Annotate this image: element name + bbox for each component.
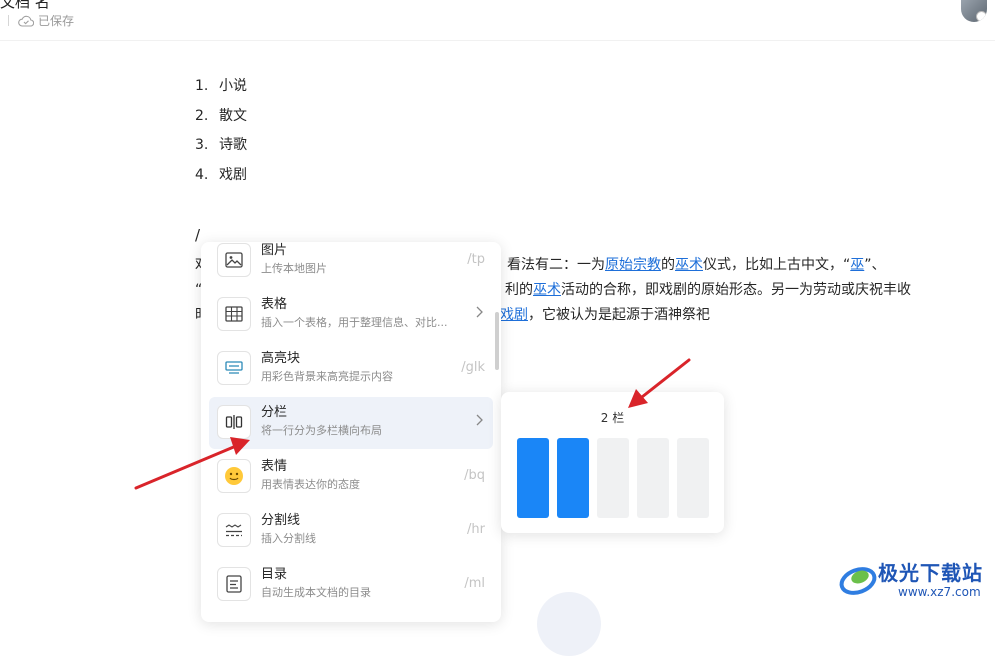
cloud-saved-icon bbox=[18, 15, 34, 27]
save-status: 已保存 bbox=[8, 12, 74, 29]
list-item-text: 散文 bbox=[219, 107, 247, 124]
menu-item-desc: 插入分割线 bbox=[261, 532, 316, 545]
column-option[interactable] bbox=[677, 438, 709, 518]
columns-icon bbox=[217, 405, 251, 439]
text-fragment: 活动的合称，即戏剧的原始形态。另一为劳动或庆祝丰收 bbox=[561, 282, 911, 298]
list-item[interactable]: 1. 小说 bbox=[195, 72, 247, 102]
watermark-url: www.xz7.com bbox=[898, 585, 981, 599]
text-fragment: 看法有二：一为原始宗教的巫术仪式，比如上古中文，“巫”、 bbox=[507, 253, 886, 278]
highlight-block-icon bbox=[217, 351, 251, 385]
image-icon bbox=[217, 243, 251, 277]
link-wu[interactable]: 巫 bbox=[850, 257, 864, 273]
menu-item-toc[interactable]: 目录 自动生成本文档的目录 /ml bbox=[209, 559, 493, 611]
link-drama[interactable]: 戏剧 bbox=[500, 307, 528, 323]
menu-item-divider[interactable]: 分割线 插入分割线 /hr bbox=[209, 505, 493, 557]
slash-command-menu: 图片 上传本地图片 /tp 表格 插入一个表格，用于整理信息、对比... 高亮块… bbox=[201, 242, 501, 622]
menu-item-image[interactable]: 图片 上传本地图片 /tp bbox=[209, 242, 493, 287]
toc-icon bbox=[217, 567, 251, 601]
menu-item-title: 图片 bbox=[261, 243, 288, 258]
document-title[interactable]: 文档 名 bbox=[0, 0, 50, 12]
list-item-number: 4. bbox=[195, 166, 209, 183]
slash-command-input[interactable]: / bbox=[195, 226, 200, 244]
link-primitive-religion[interactable]: 原始宗教 bbox=[605, 257, 661, 273]
menu-item-shortcut: /bq bbox=[464, 468, 485, 483]
column-option[interactable] bbox=[597, 438, 629, 518]
list-item-number: 1. bbox=[195, 78, 209, 94]
text-fragment: 戏剧，它被认为是起源于酒神祭祀 bbox=[500, 303, 710, 328]
menu-item-columns[interactable]: 分栏 将一行分为多栏横向布局 bbox=[209, 397, 493, 449]
watermark-logo-icon bbox=[839, 567, 877, 595]
list-item-text: 戏剧 bbox=[219, 166, 247, 183]
menu-item-desc: 将一行分为多栏横向布局 bbox=[261, 424, 382, 437]
menu-item-title: 目录 bbox=[261, 567, 288, 582]
column-option[interactable] bbox=[517, 438, 549, 518]
column-option[interactable] bbox=[637, 438, 669, 518]
column-option[interactable] bbox=[557, 438, 589, 518]
list-item-number: 3. bbox=[195, 137, 209, 153]
ordered-list: 1. 小说 2. 散文 3. 诗歌 4. 戏剧 bbox=[195, 72, 247, 190]
floating-button[interactable] bbox=[537, 592, 601, 656]
menu-item-title: 分割线 bbox=[261, 513, 301, 528]
menu-item-table[interactable]: 表格 插入一个表格，用于整理信息、对比... bbox=[209, 289, 493, 341]
menu-item-shortcut: /hr bbox=[467, 522, 485, 537]
menu-item-title: 表格 bbox=[261, 297, 288, 312]
link-witchcraft[interactable]: 巫术 bbox=[675, 257, 703, 273]
menu-item-desc: 插入一个表格，用于整理信息、对比... bbox=[261, 316, 448, 329]
text-fragment: ，它被认为是起源于酒神祭祀 bbox=[528, 307, 710, 323]
chevron-right-icon bbox=[476, 306, 483, 318]
text-fragment: 利的巫术活动的合称，即戏剧的原始形态。另一为劳动或庆祝丰收 bbox=[505, 278, 911, 303]
watermark: 极光下载站 www.xz7.com bbox=[838, 555, 988, 605]
watermark-name: 极光下载站 bbox=[878, 561, 983, 585]
text-fragment: 看法有二：一为 bbox=[507, 257, 605, 273]
menu-item-title: 分栏 bbox=[261, 405, 288, 420]
menu-item-shortcut: /ml bbox=[464, 576, 485, 591]
list-item-text: 小说 bbox=[219, 78, 247, 94]
text-fragment: 的 bbox=[661, 257, 675, 273]
list-item-text: 诗歌 bbox=[219, 137, 247, 153]
list-item-number: 2. bbox=[195, 107, 209, 124]
menu-item-desc: 上传本地图片 bbox=[261, 262, 327, 275]
avatar[interactable] bbox=[961, 0, 987, 22]
divider-icon bbox=[217, 513, 251, 547]
link-witchcraft-2[interactable]: 巫术 bbox=[533, 282, 561, 298]
menu-item-title: 高亮块 bbox=[261, 351, 301, 366]
emoji-icon bbox=[217, 459, 251, 493]
menu-item-emoji[interactable]: 表情 用表情表达你的态度 /bq bbox=[209, 451, 493, 503]
text-fragment: 仪式，比如上古中文，“ bbox=[703, 257, 851, 273]
menu-item-desc: 用彩色背景来高亮提示内容 bbox=[261, 370, 393, 383]
list-item[interactable]: 2. 散文 bbox=[195, 102, 247, 132]
save-status-text: 已保存 bbox=[38, 14, 75, 28]
columns-count-label: 2 栏 bbox=[600, 411, 625, 425]
header-divider bbox=[0, 40, 995, 41]
menu-item-highlight-block[interactable]: 高亮块 用彩色背景来高亮提示内容 /glk bbox=[209, 343, 493, 395]
list-item[interactable]: 3. 诗歌 bbox=[195, 131, 247, 161]
columns-popover: 2 栏 bbox=[501, 392, 724, 533]
menu-item-title: 表情 bbox=[261, 459, 288, 474]
text-fragment: 利的 bbox=[505, 282, 533, 298]
menu-item-shortcut: /glk bbox=[461, 360, 485, 375]
menu-item-desc: 自动生成本文档的目录 bbox=[261, 586, 371, 599]
text-fragment: ”、 bbox=[864, 257, 886, 273]
chevron-right-icon bbox=[476, 414, 483, 426]
table-icon bbox=[217, 297, 251, 331]
menu-scrollbar[interactable] bbox=[495, 312, 499, 370]
menu-item-desc: 用表情表达你的态度 bbox=[261, 478, 360, 491]
divider bbox=[8, 15, 9, 26]
menu-item-shortcut: /tp bbox=[467, 252, 485, 267]
list-item[interactable]: 4. 戏剧 bbox=[195, 161, 247, 191]
